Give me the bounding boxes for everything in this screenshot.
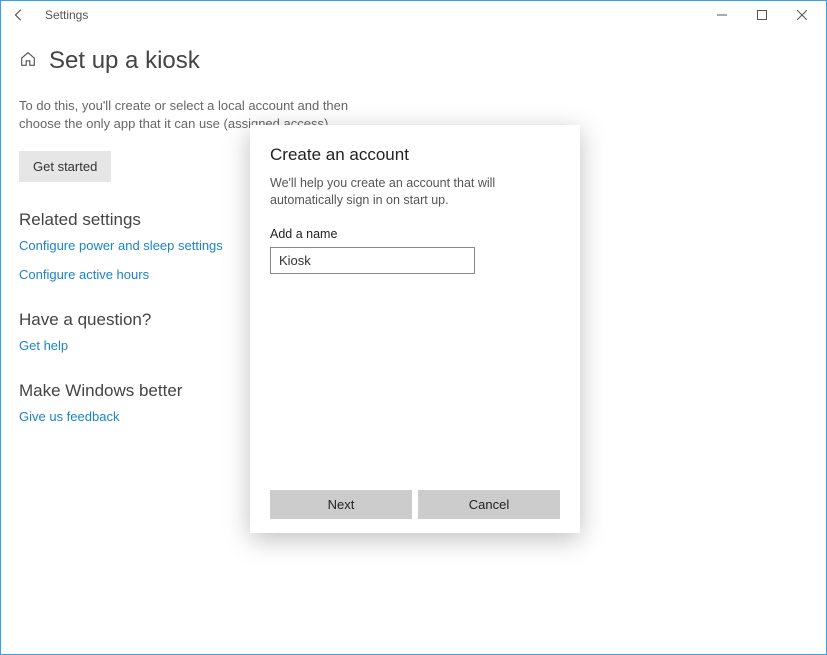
dialog-title: Create an account xyxy=(270,145,560,165)
window-title: Settings xyxy=(45,8,88,22)
minimize-icon xyxy=(717,10,727,20)
cancel-button[interactable]: Cancel xyxy=(418,490,560,519)
name-input[interactable] xyxy=(270,247,475,274)
back-button[interactable] xyxy=(5,1,33,29)
get-started-button[interactable]: Get started xyxy=(19,151,111,182)
minimize-button[interactable] xyxy=(702,1,742,29)
arrow-left-icon xyxy=(12,8,26,22)
page-title: Set up a kiosk xyxy=(49,47,200,75)
name-field-label: Add a name xyxy=(270,227,560,241)
create-account-dialog: Create an account We'll help you create … xyxy=(250,125,580,533)
dialog-description: We'll help you create an account that wi… xyxy=(270,175,560,209)
page-header: Set up a kiosk xyxy=(19,47,808,75)
home-icon xyxy=(19,50,37,73)
close-icon xyxy=(797,10,807,20)
window-controls xyxy=(702,1,822,29)
maximize-icon xyxy=(757,10,767,20)
dialog-buttons: Next Cancel xyxy=(270,490,560,519)
next-button[interactable]: Next xyxy=(270,490,412,519)
close-button[interactable] xyxy=(782,1,822,29)
maximize-button[interactable] xyxy=(742,1,782,29)
titlebar: Settings xyxy=(1,1,826,29)
